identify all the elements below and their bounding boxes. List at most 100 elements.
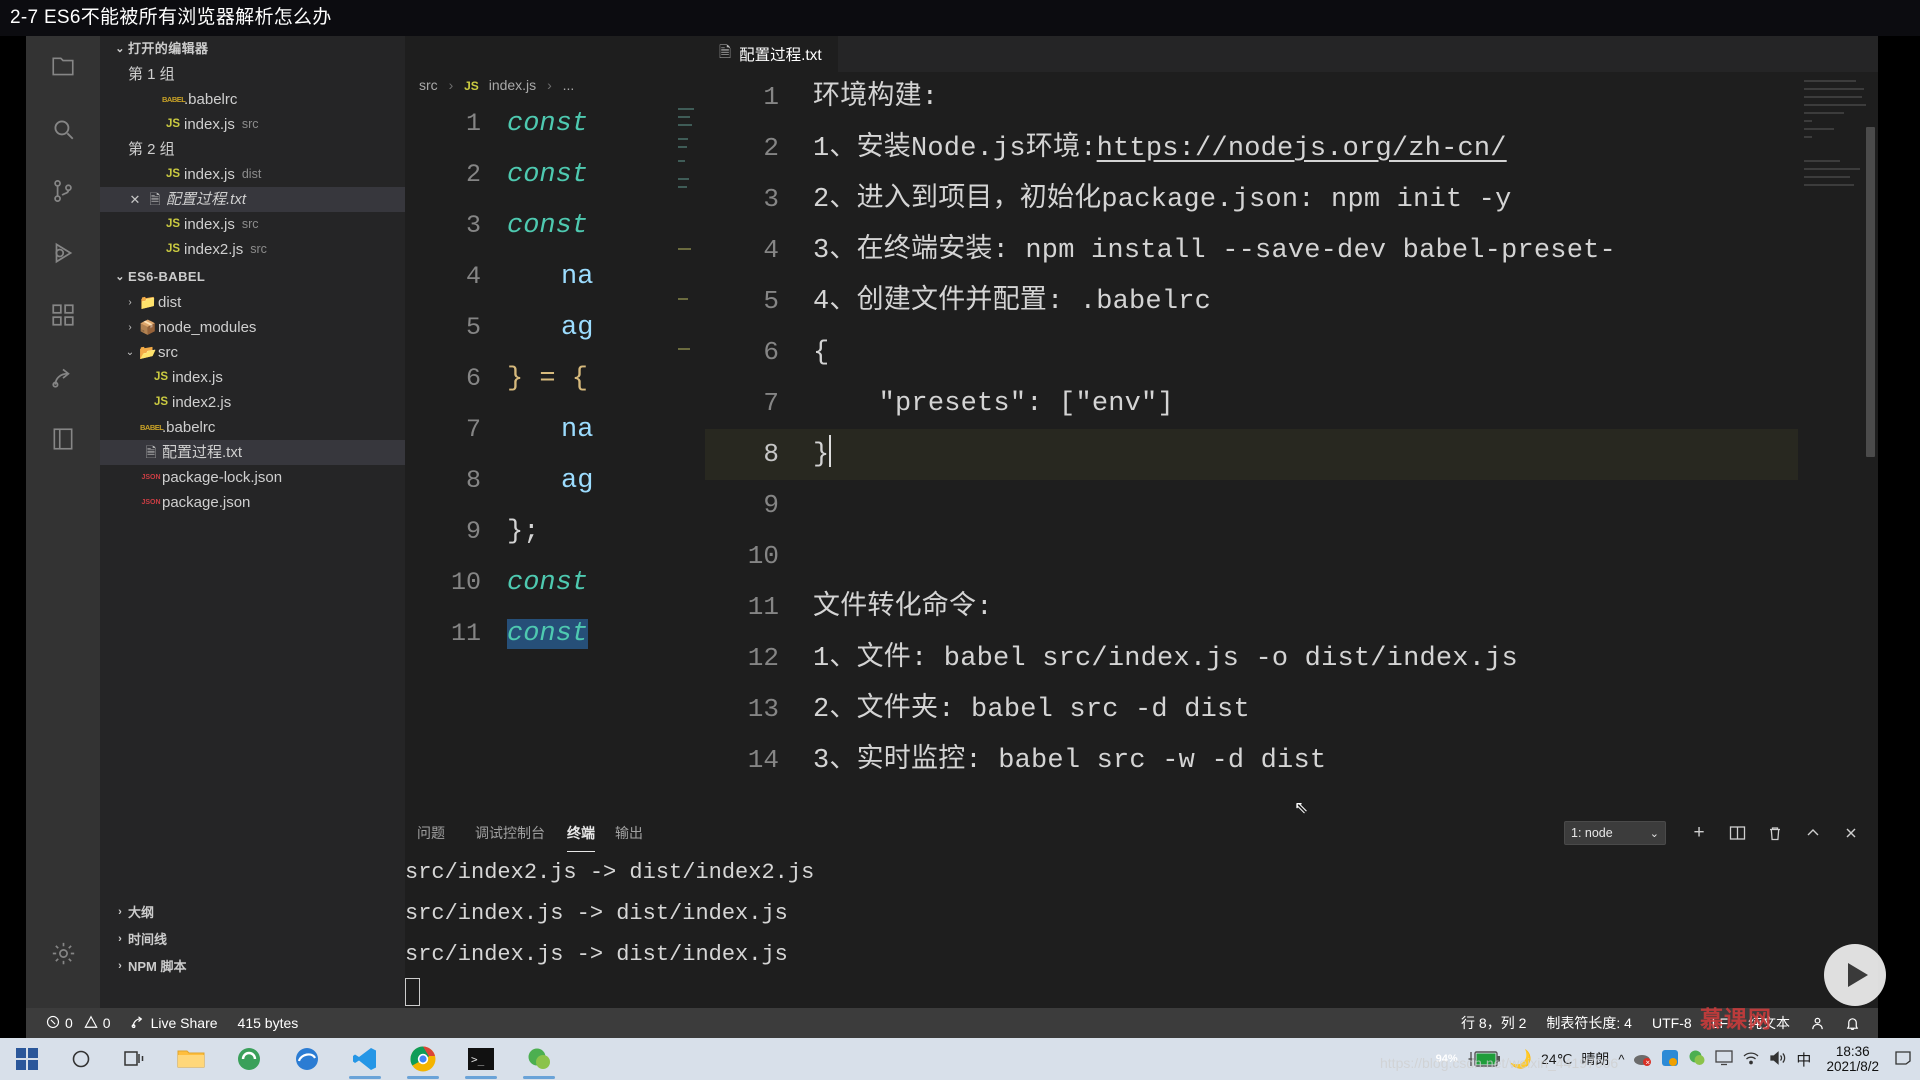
editor-1-code[interactable]: 1 const 2 const 3 const 4 na 5 ag 6} = { 7 na …	[405, 98, 705, 814]
chevron-right-icon: ›	[128, 297, 132, 308]
qq-tray-icon[interactable]	[1661, 1049, 1679, 1070]
tree-item-package-lock[interactable]: JSON package-lock.json	[100, 465, 405, 490]
tree-item-index-js[interactable]: JS index.js	[100, 365, 405, 390]
editor-group-1-header[interactable]: 第 1 组	[100, 62, 405, 87]
status-live-share[interactable]: Live Share	[121, 1008, 228, 1038]
cortana-search-icon[interactable]	[54, 1038, 108, 1080]
activitybar-item-search[interactable]	[26, 98, 100, 160]
tree-item-babelrc[interactable]: BABEL .babelrc	[100, 415, 405, 440]
taskbar-vscode[interactable]	[336, 1038, 394, 1080]
breadcrumb-tail[interactable]: ...	[563, 77, 575, 93]
terminal-select[interactable]: 1: node ⌄	[1564, 821, 1666, 845]
open-editor-item-selected[interactable]: ✕ 🗎 配置过程.txt	[100, 187, 405, 212]
code-line: 10 const	[405, 557, 705, 608]
status-notifications-icon[interactable]	[1835, 1008, 1870, 1038]
tree-item-src[interactable]: ⌄ 📂 src	[100, 340, 405, 365]
line-text: const	[507, 109, 589, 139]
activitybar-item-settings[interactable]	[26, 922, 100, 984]
section-outline[interactable]: › 大纲	[100, 899, 405, 926]
status-cursor-position[interactable]: 行 8，列 2	[1451, 1008, 1536, 1038]
chevron-right-icon: ›	[118, 906, 122, 918]
task-view-icon[interactable]	[108, 1038, 162, 1080]
tab-debug-console[interactable]: 调试控制台	[475, 814, 545, 852]
network-icon[interactable]	[1742, 1050, 1760, 1069]
tree-item-package-json[interactable]: JSON package.json	[100, 490, 405, 515]
breadcrumb[interactable]: src › JS index.js › ...	[405, 72, 574, 98]
volume-icon[interactable]	[1769, 1050, 1787, 1069]
terminal-output[interactable]: src/index2.js -> dist/index2.js src/inde…	[405, 852, 1878, 1006]
file-name: 配置过程.txt	[166, 191, 247, 208]
activitybar-item-library[interactable]	[26, 408, 100, 470]
onedrive-icon[interactable]: ✕	[1633, 1050, 1652, 1069]
line-link[interactable]: https://nodejs.org/zh-cn/	[1097, 124, 1507, 175]
taskbar-qq-browser[interactable]	[220, 1038, 278, 1080]
taskbar-clock[interactable]: 18:36 2021/8/2	[1820, 1044, 1885, 1074]
txt-file-icon: 🗎	[719, 43, 732, 61]
line-number: 1	[763, 82, 779, 112]
editor-2-minimap[interactable]	[1798, 72, 1878, 814]
editor-2-code[interactable]: 1 环境构建: 2 1、安装Node.js环境: https://nodejs.or…	[705, 72, 1878, 814]
wechat-tray-icon[interactable]	[1688, 1049, 1706, 1070]
open-editor-item[interactable]: JS index.js dist	[100, 162, 405, 187]
taskbar-terminal[interactable]: >_	[452, 1038, 510, 1080]
breadcrumb-folder[interactable]: src	[419, 77, 438, 93]
activitybar-item-liveshare[interactable]	[26, 346, 100, 408]
tab-problems[interactable]: 问题	[417, 814, 445, 852]
open-editor-item[interactable]: JS index2.js src	[100, 237, 405, 262]
status-encoding[interactable]: UTF-8	[1642, 1008, 1702, 1038]
code-line: 14 3、实时监控: babel src -w -d dist	[705, 735, 1878, 786]
tray-overflow-icon[interactable]: ^	[1618, 1052, 1624, 1067]
taskbar-wechat[interactable]	[510, 1038, 568, 1080]
code-line: 2 1、安装Node.js环境: https://nodejs.org/zh-cn…	[705, 123, 1878, 174]
tree-item-label: dist	[158, 294, 182, 311]
code-line: 8 ag	[405, 455, 705, 506]
open-editor-item[interactable]: BABEL .babelrc	[100, 87, 405, 112]
activitybar-item-source-control[interactable]	[26, 160, 100, 222]
taskbar-chrome[interactable]	[394, 1038, 452, 1080]
maximize-panel-icon[interactable]	[1794, 814, 1832, 852]
tab-terminal[interactable]: 终端	[567, 814, 595, 852]
line-text: 1、文件: babel src/index.js -o dist/index.j…	[813, 644, 1518, 674]
line-number: 6	[465, 364, 481, 393]
taskbar-edge-browser[interactable]	[278, 1038, 336, 1080]
close-panel-icon[interactable]	[1832, 814, 1870, 852]
status-tab-size[interactable]: 制表符长度: 4	[1536, 1008, 1642, 1038]
minimap-scrollbar[interactable]	[1866, 127, 1875, 457]
editor-1-minimap[interactable]	[674, 98, 705, 814]
line-number: 2	[763, 133, 779, 163]
tree-item-dist[interactable]: › 📁 dist	[100, 290, 405, 315]
action-center-icon[interactable]	[1894, 1050, 1912, 1069]
taskbar-file-explorer[interactable]	[162, 1038, 220, 1080]
section-timeline[interactable]: › 时间线	[100, 926, 405, 953]
split-terminal-icon[interactable]	[1718, 814, 1756, 852]
editor-group-2-header[interactable]: 第 2 组	[100, 137, 405, 162]
tree-item-index2-js[interactable]: JS index2.js	[100, 390, 405, 415]
activitybar-item-debug[interactable]	[26, 222, 100, 284]
new-terminal-icon[interactable]: +	[1680, 814, 1718, 852]
section-open-editors[interactable]: ⌄ 打开的编辑器	[100, 36, 405, 62]
tab-config-txt[interactable]: 🗎 配置过程.txt	[705, 36, 838, 72]
code-line: 3 2、进入到项目，初始化package.json: npm init -y	[705, 174, 1878, 225]
close-icon[interactable]: ✕	[126, 187, 144, 212]
activitybar-item-extensions[interactable]	[26, 284, 100, 346]
tab-output[interactable]: 输出	[615, 814, 643, 852]
section-project[interactable]: ⌄ ES6-BABEL	[100, 264, 405, 290]
status-feedback-icon[interactable]	[1800, 1008, 1835, 1038]
breadcrumb-file[interactable]: index.js	[489, 77, 536, 93]
tree-item-config-txt[interactable]: 🗎 配置过程.txt	[100, 440, 405, 465]
status-problems[interactable]: 0 0	[36, 1008, 121, 1038]
file-name: .babelrc	[184, 91, 238, 108]
file-name: index.js	[184, 116, 235, 133]
activitybar-item-explorer[interactable]	[26, 36, 100, 98]
start-button[interactable]	[0, 1038, 54, 1080]
section-npm-scripts[interactable]: › NPM 脚本	[100, 953, 405, 980]
kill-terminal-icon[interactable]	[1756, 814, 1794, 852]
tree-item-node-modules[interactable]: › 📦 node_modules	[100, 315, 405, 340]
line-text: na	[561, 262, 594, 292]
monitor-tray-icon[interactable]	[1715, 1049, 1734, 1069]
terminal-line: src/index.js -> dist/index.js	[405, 942, 788, 967]
open-editor-item[interactable]: JS index.js src	[100, 112, 405, 137]
open-editor-item[interactable]: JS index.js src	[100, 212, 405, 237]
ime-indicator[interactable]: 中	[1796, 1049, 1811, 1070]
video-play-button[interactable]	[1824, 944, 1886, 1006]
